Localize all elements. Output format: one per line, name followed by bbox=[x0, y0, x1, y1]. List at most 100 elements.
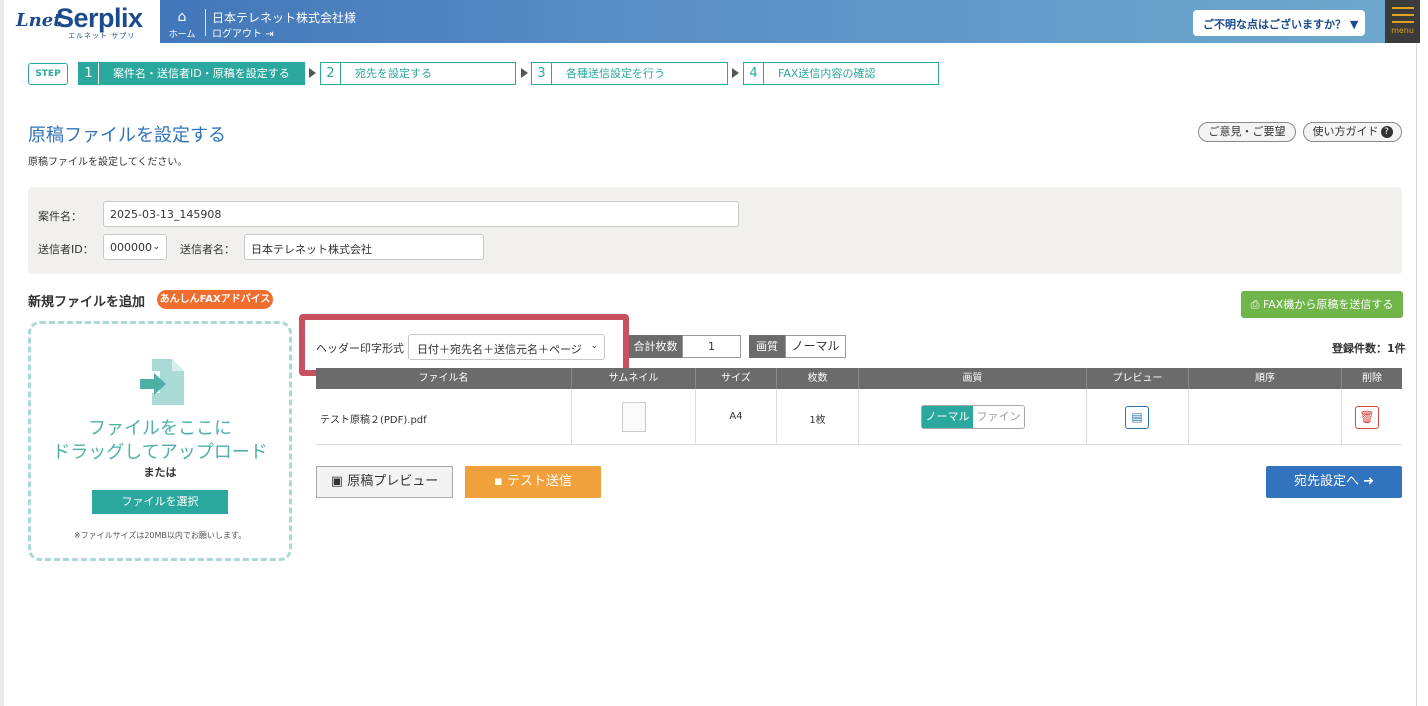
arrow-right-circle-icon: ➜ bbox=[1363, 474, 1375, 489]
cell-thumbnail bbox=[572, 389, 696, 444]
next-button[interactable]: 宛先設定へ ➜ bbox=[1266, 466, 1402, 498]
trash-icon[interactable]: 🗑 bbox=[1355, 406, 1379, 429]
cell-filename: テスト原稿２(PDF).pdf bbox=[316, 389, 572, 444]
cell-pages: 1枚 bbox=[777, 389, 859, 444]
step-3-label: 各種送信設定を行う bbox=[566, 67, 665, 80]
case-name-input[interactable]: 2025-03-13_145908 bbox=[103, 201, 739, 227]
quality-fine-button[interactable]: ファイン bbox=[973, 406, 1024, 428]
hamburger-icon bbox=[1391, 7, 1414, 23]
col-filename: ファイル名 bbox=[316, 368, 572, 389]
col-preview: プレビュー bbox=[1087, 368, 1189, 389]
table-row: テスト原稿２(PDF).pdf A4 1枚 ノーマル ファイン ▤ 🗑 bbox=[316, 389, 1402, 445]
quality-value: ノーマル bbox=[785, 335, 846, 358]
logo-subtitle: エルネット サプリ bbox=[68, 32, 136, 40]
file-upload-icon bbox=[140, 359, 184, 405]
total-pages-value: 1 bbox=[682, 335, 741, 358]
logo-lnet: Lnet bbox=[16, 10, 62, 31]
preview-label: 原稿プレビュー bbox=[347, 474, 439, 489]
home-button[interactable]: ⌂ ホーム bbox=[166, 10, 198, 40]
thumbnail-image[interactable] bbox=[622, 402, 646, 432]
drop-or: または bbox=[143, 466, 177, 479]
test-send-label: テスト送信 bbox=[506, 474, 572, 489]
feedback-button[interactable]: ご意見・ご要望 bbox=[1198, 122, 1296, 142]
col-pages: 枚数 bbox=[777, 368, 859, 389]
file-size-note: ※ファイルサイズは20MB以内でお願いします。 bbox=[73, 531, 247, 540]
step-3-number: 3 bbox=[532, 63, 552, 84]
step-arrow-icon bbox=[521, 68, 528, 78]
step-1: 1 案件名・送信者ID・原稿を設定する bbox=[78, 62, 305, 85]
col-order: 順序 bbox=[1189, 368, 1342, 389]
sender-name-label: 送信者名： bbox=[180, 243, 235, 256]
logo-serplix: Serplix bbox=[56, 3, 143, 33]
step-3: 3 各種送信設定を行う bbox=[531, 62, 728, 85]
step-arrow-icon bbox=[732, 68, 739, 78]
logout-icon: ⇥ bbox=[265, 29, 274, 40]
sender-id-select[interactable]: 000000 ⌄ bbox=[103, 234, 167, 260]
window-left-edge bbox=[0, 0, 4, 706]
help-icon: ? bbox=[1380, 126, 1393, 138]
step-1-label: 案件名・送信者ID・原稿を設定する bbox=[113, 67, 290, 80]
step-2-label: 宛先を設定する bbox=[355, 67, 432, 80]
logout-link[interactable]: ログアウト ⇥ bbox=[212, 25, 274, 40]
step-2: 2 宛先を設定する bbox=[320, 62, 516, 85]
col-quality: 画質 bbox=[859, 368, 1087, 389]
drop-text-line2: ドラッグしてアップロード bbox=[52, 442, 268, 463]
menu-label: menu bbox=[1391, 26, 1414, 35]
file-dropzone[interactable]: ファイルをここに ドラッグしてアップロード または ファイルを選択 ※ファイルサ… bbox=[28, 321, 292, 561]
home-label: ホーム bbox=[168, 30, 196, 40]
guide-label: 使い方ガイド bbox=[1312, 125, 1379, 138]
help-select[interactable]: ご不明な点はございますか？ ▼ bbox=[1193, 10, 1365, 36]
page-title: 原稿ファイルを設定する bbox=[28, 125, 226, 146]
total-pages-label: 合計枚数 bbox=[629, 335, 682, 358]
cell-quality: ノーマル ファイン bbox=[859, 389, 1087, 444]
col-size: サイズ bbox=[696, 368, 777, 389]
new-file-heading: 新規ファイルを追加 bbox=[28, 295, 146, 310]
logo[interactable]: Lnet Serplix エルネット サプリ bbox=[4, 0, 160, 43]
cell-order bbox=[1189, 389, 1342, 444]
sender-name-input[interactable]: 日本テレネット株式会社 bbox=[244, 234, 484, 260]
company-name: 日本テレネット株式会社様 bbox=[212, 11, 357, 25]
highlight-box bbox=[299, 314, 629, 376]
guide-button[interactable]: 使い方ガイド? bbox=[1303, 122, 1402, 142]
sender-id-value: 000000 bbox=[110, 241, 152, 254]
table-header: ファイル名 サムネイル サイズ 枚数 画質 プレビュー 順序 削除 bbox=[316, 368, 1402, 389]
page-subtitle: 原稿ファイルを設定してください。 bbox=[28, 157, 188, 168]
fax-send-label: FAX機から原稿を送信する bbox=[1262, 298, 1394, 311]
quality-normal-button[interactable]: ノーマル bbox=[922, 406, 973, 428]
step-4-number: 4 bbox=[744, 63, 764, 84]
cell-size: A4 bbox=[696, 389, 777, 444]
step-tag: STEP bbox=[28, 63, 68, 85]
header-divider bbox=[205, 9, 206, 36]
next-label: 宛先設定へ bbox=[1293, 474, 1359, 489]
fax-send-button[interactable]: ⎙ FAX機から原稿を送信する bbox=[1241, 291, 1403, 318]
advice-badge[interactable]: あんしんFAXアドバイス bbox=[157, 290, 273, 309]
document-icon: ▪ bbox=[494, 474, 503, 489]
app-header: Lnet Serplix エルネット サプリ ⌂ ホーム 日本テレネット株式会社… bbox=[4, 0, 1420, 43]
preview-doc-icon: ▣ bbox=[330, 474, 344, 489]
preview-icon[interactable]: ▤ bbox=[1125, 406, 1149, 429]
printer-icon: ⎙ bbox=[1250, 298, 1260, 311]
case-panel: 案件名： 2025-03-13_145908 送信者ID： 000000 ⌄ 送… bbox=[28, 187, 1402, 274]
choose-file-button[interactable]: ファイルを選択 bbox=[92, 490, 228, 514]
case-label: 案件名： bbox=[38, 210, 82, 223]
cell-delete: 🗑 bbox=[1342, 389, 1402, 444]
menu-button[interactable]: menu bbox=[1385, 0, 1420, 43]
col-thumbnail: サムネイル bbox=[572, 368, 696, 389]
quality-toggle: ノーマル ファイン bbox=[921, 405, 1025, 429]
logout-label: ログアウト bbox=[212, 29, 262, 40]
preview-button[interactable]: ▣ 原稿プレビュー bbox=[316, 466, 453, 498]
home-icon: ⌂ bbox=[177, 9, 187, 25]
test-send-button[interactable]: ▪ テスト送信 bbox=[465, 466, 601, 498]
step-arrow-icon bbox=[309, 68, 316, 78]
scrollbar[interactable] bbox=[1416, 43, 1428, 706]
step-4: 4 FAX送信内容の確認 bbox=[743, 62, 939, 85]
file-table: ファイル名 サムネイル サイズ 枚数 画質 プレビュー 順序 削除 テスト原稿２… bbox=[316, 368, 1402, 445]
chevron-down-icon: ⌄ bbox=[152, 242, 160, 252]
cell-preview: ▤ bbox=[1087, 389, 1189, 444]
step-4-label: FAX送信内容の確認 bbox=[778, 67, 876, 80]
step-2-number: 2 bbox=[321, 63, 341, 84]
step-1-number: 1 bbox=[79, 63, 99, 84]
drop-text-line1: ファイルをここに bbox=[88, 418, 232, 439]
quality-label: 画質 bbox=[749, 335, 785, 358]
sender-id-label: 送信者ID： bbox=[38, 243, 94, 256]
